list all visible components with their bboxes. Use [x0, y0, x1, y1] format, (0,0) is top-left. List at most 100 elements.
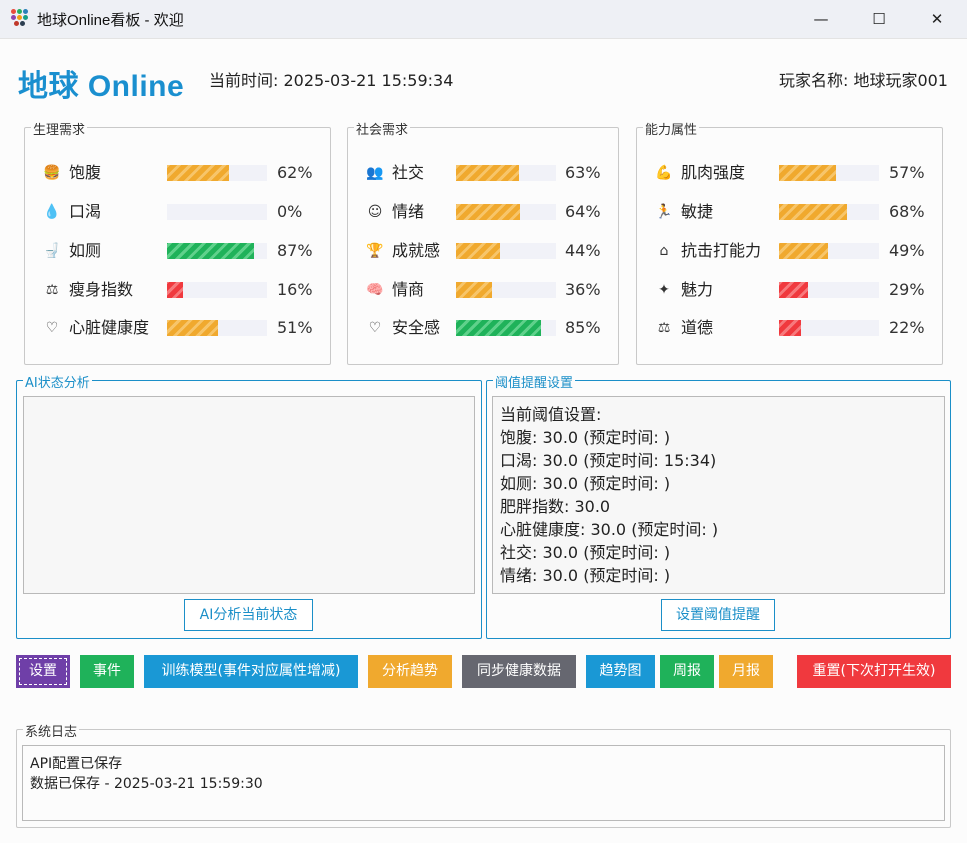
stat-label: 道德 — [681, 318, 714, 337]
stat-value: 16% — [277, 280, 313, 299]
settings-button[interactable]: 设置 — [16, 655, 70, 688]
threshold-settings-text[interactable]: 当前阈值设置: 饱腹: 30.0 (预定时间: ) 口渴: 30.0 (预定时间… — [492, 396, 945, 594]
progress-bar — [167, 282, 267, 298]
stat-value: 44% — [565, 241, 601, 260]
stat-label: 抗击打能力 — [681, 241, 762, 260]
reset-button[interactable]: 重置(下次打开生效) — [797, 655, 951, 688]
progress-bar — [167, 165, 267, 181]
events-button[interactable]: 事件 — [80, 655, 134, 688]
stat-label: 安全感 — [392, 318, 441, 337]
progress-bar — [779, 320, 879, 336]
log-title: 系统日志 — [23, 721, 80, 740]
toilet-icon: 🚽 — [43, 243, 61, 259]
progress-bar — [456, 204, 556, 220]
progress-fill — [779, 282, 808, 298]
log-lines: API配置已保存 数据已保存 - 2025-03-21 15:59:30 — [30, 756, 263, 792]
system-log-panel: 系统日志 API配置已保存 数据已保存 - 2025-03-21 15:59:3… — [16, 721, 951, 828]
ai-panel-title: AI状态分析 — [23, 372, 92, 391]
stat-label: 如厕 — [69, 241, 102, 260]
stat-value: 68% — [889, 202, 925, 221]
ai-analysis-output[interactable] — [23, 396, 475, 594]
window-title: 地球Online看板 - 欢迎 — [37, 12, 184, 29]
stat-row: ♡ 安全感 85% — [348, 317, 618, 339]
stat-value: 64% — [565, 202, 601, 221]
threshold-lines: 当前阈值设置: 饱腹: 30.0 (预定时间: ) 口渴: 30.0 (预定时间… — [500, 405, 719, 585]
stat-row: ✦ 魅力 29% — [637, 279, 942, 301]
progress-fill — [779, 320, 801, 336]
ai-analysis-panel: AI状态分析 AI分析当前状态 — [16, 372, 482, 639]
monthly-report-button[interactable]: 月报 — [719, 655, 773, 688]
progress-bar — [456, 165, 556, 181]
title-bar: 地球Online看板 - 欢迎 — ☐ ✕ — [0, 0, 967, 38]
maximize-button[interactable]: ☐ — [850, 0, 908, 38]
app-title: 地球 Online — [18, 70, 185, 103]
stat-value: 36% — [565, 280, 601, 299]
stat-row: ☺ 情绪 64% — [348, 201, 618, 223]
stat-row: 🍔 饱腹 62% — [25, 162, 330, 184]
ai-analyze-button[interactable]: AI分析当前状态 — [184, 599, 313, 631]
stat-row: 🏃 敏捷 68% — [637, 201, 942, 223]
main-content: 地球 Online 当前时间: 2025-03-21 15:59:34 玩家名称… — [0, 38, 967, 843]
balance-icon: ⚖ — [657, 320, 671, 336]
sync-health-button[interactable]: 同步健康数据 — [462, 655, 576, 688]
stat-label: 饱腹 — [69, 163, 102, 182]
runner-icon: 🏃 — [655, 204, 673, 220]
analyze-trend-button[interactable]: 分析趋势 — [368, 655, 452, 688]
progress-bar — [167, 320, 267, 336]
stat-row: 🏆 成就感 44% — [348, 240, 618, 262]
train-model-button[interactable]: 训练模型(事件对应属性增减) — [144, 655, 358, 688]
trend-chart-button[interactable]: 趋势图 — [586, 655, 655, 688]
stat-row: 🚽 如厕 87% — [25, 240, 330, 262]
stat-value: 22% — [889, 318, 925, 337]
sparkle-icon: ✦ — [658, 282, 670, 298]
minimize-button[interactable]: — — [792, 0, 850, 38]
progress-fill — [456, 282, 492, 298]
progress-fill — [167, 243, 254, 259]
water-drop-icon: 💧 — [43, 204, 61, 220]
stat-value: 62% — [277, 163, 313, 182]
stat-row: 💧 口渴 0% — [25, 201, 330, 223]
people-icon: 👥 — [366, 165, 384, 181]
progress-bar — [456, 282, 556, 298]
stat-row: ⚖ 瘦身指数 16% — [25, 279, 330, 301]
shield-heart-icon: ♡ — [368, 320, 382, 336]
stat-row: 👥 社交 63% — [348, 162, 618, 184]
smile-icon: ☺ — [367, 204, 383, 220]
burger-icon: 🍔 — [43, 165, 61, 181]
progress-fill — [456, 165, 519, 181]
player-name: 玩家名称: 地球玩家001 — [778, 71, 948, 90]
stat-label: 口渴 — [69, 202, 102, 221]
progress-fill — [779, 204, 847, 220]
stat-row: ♡ 心脏健康度 51% — [25, 317, 330, 339]
progress-bar — [779, 165, 879, 181]
progress-fill — [456, 204, 520, 220]
stat-label: 情商 — [392, 280, 425, 299]
current-time: 当前时间: 2025-03-21 15:59:34 — [209, 71, 454, 90]
progress-fill — [456, 243, 500, 259]
stat-value: 51% — [277, 318, 313, 337]
progress-fill — [167, 165, 229, 181]
progress-bar — [779, 243, 879, 259]
stat-value: 49% — [889, 241, 925, 260]
stat-label: 社交 — [392, 163, 425, 182]
progress-fill — [779, 165, 836, 181]
threshold-panel-title: 阈值提醒设置 — [493, 372, 576, 391]
stat-label: 肌肉强度 — [681, 163, 746, 182]
stat-row: ⚖ 道德 22% — [637, 317, 942, 339]
stat-row: ⌂ 抗击打能力 49% — [637, 240, 942, 262]
stat-label: 魅力 — [681, 280, 714, 299]
stat-label: 瘦身指数 — [69, 280, 134, 299]
progress-bar — [456, 243, 556, 259]
set-threshold-button[interactable]: 设置阈值提醒 — [661, 599, 775, 631]
stat-value: 29% — [889, 280, 925, 299]
progress-bar — [167, 204, 267, 220]
progress-fill — [167, 320, 218, 336]
progress-bar — [779, 204, 879, 220]
close-button[interactable]: ✕ — [908, 0, 966, 38]
stat-label: 成就感 — [392, 241, 441, 260]
stat-label: 心脏健康度 — [69, 318, 150, 337]
system-log-output[interactable]: API配置已保存 数据已保存 - 2025-03-21 15:59:30 — [22, 745, 945, 821]
stat-label: 敏捷 — [681, 202, 714, 221]
weekly-report-button[interactable]: 周报 — [660, 655, 714, 688]
stat-value: 87% — [277, 241, 313, 260]
